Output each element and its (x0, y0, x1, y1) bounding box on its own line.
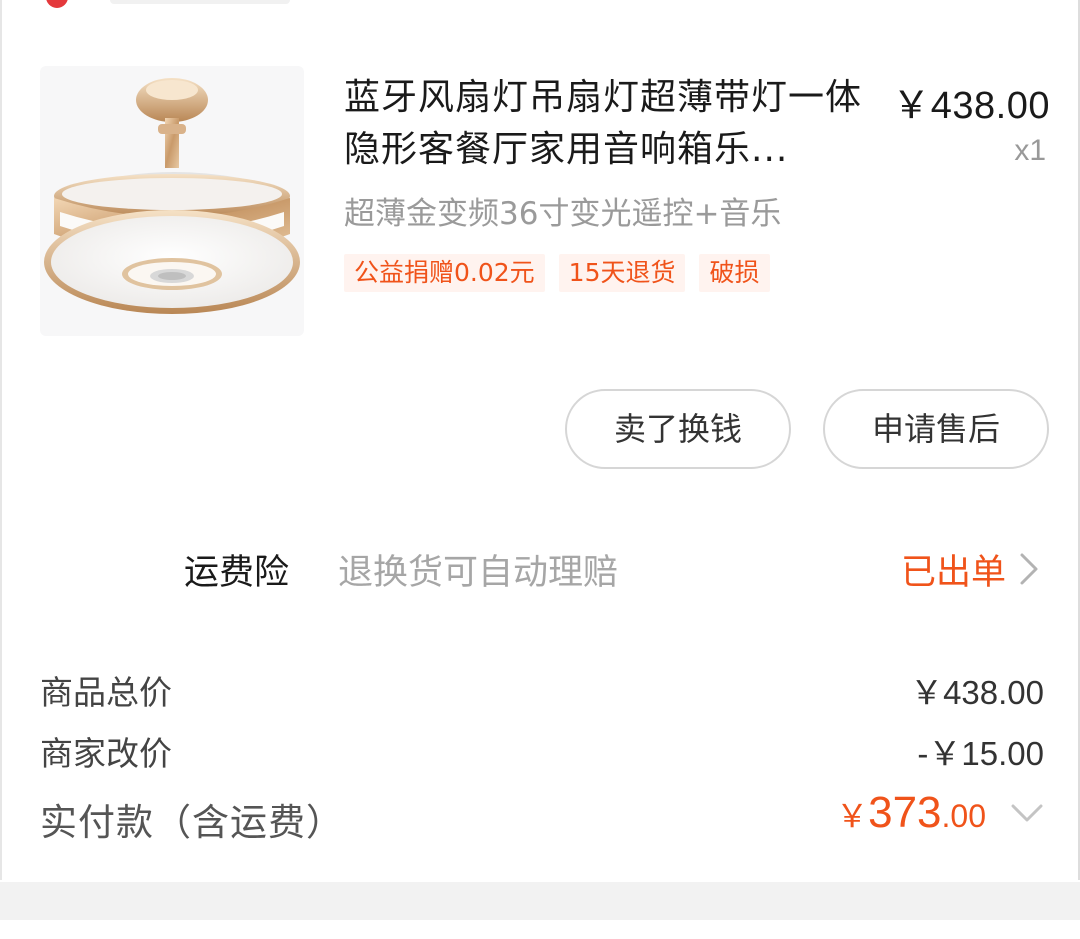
product-sku: 超薄金变频36寸变光遥控+音乐 (344, 196, 782, 232)
seller-adjust-label: 商家改价 (40, 734, 172, 773)
after-sale-button[interactable]: 申请售后 (823, 389, 1049, 469)
product-quantity: x1 (1014, 134, 1046, 167)
goods-total-label: 商品总价 (40, 673, 172, 712)
shipping-insurance-label: 运费险 (184, 553, 290, 593)
ceiling-fan-light-icon (44, 78, 300, 314)
product-title[interactable]: 蓝牙风扇灯吊扇灯超薄带灯一体隐形客餐厅家用音响箱乐... (344, 72, 864, 176)
chevron-right-icon[interactable] (1018, 552, 1040, 586)
sell-button[interactable]: 卖了换钱 (565, 389, 791, 469)
tag-return-15-days: 15天退货 (558, 254, 686, 292)
seller-adjust-value: -￥15.00 (917, 735, 1044, 772)
tag-damage: 破损 (699, 254, 770, 292)
paid-amount-value: ￥373.00 (836, 788, 986, 838)
product-price: ￥438.00 (892, 85, 1050, 127)
top-status-strip (0, 0, 1080, 8)
tag-charity: 公益捐赠0.02元 (344, 254, 545, 292)
goods-total-value: ￥438.00 (910, 674, 1044, 711)
paid-currency-symbol: ￥ (836, 798, 869, 834)
paid-amount-integer: 373 (868, 788, 942, 837)
paid-amount-decimal: .00 (941, 798, 986, 834)
shipping-insurance-status[interactable]: 已出单 (901, 544, 1006, 595)
shop-name-partial (110, 0, 290, 4)
shop-logo-icon (46, 0, 68, 8)
left-divider (0, 0, 2, 880)
shipping-insurance-description: 退换货可自动理赔 (338, 553, 619, 593)
product-tags: 公益捐赠0.02元 15天退货 破损 (344, 254, 770, 292)
product-image[interactable] (40, 66, 304, 336)
chevron-down-icon[interactable] (1010, 802, 1044, 824)
paid-amount-label: 实付款（含运费） (40, 801, 344, 844)
section-divider (0, 882, 1080, 920)
